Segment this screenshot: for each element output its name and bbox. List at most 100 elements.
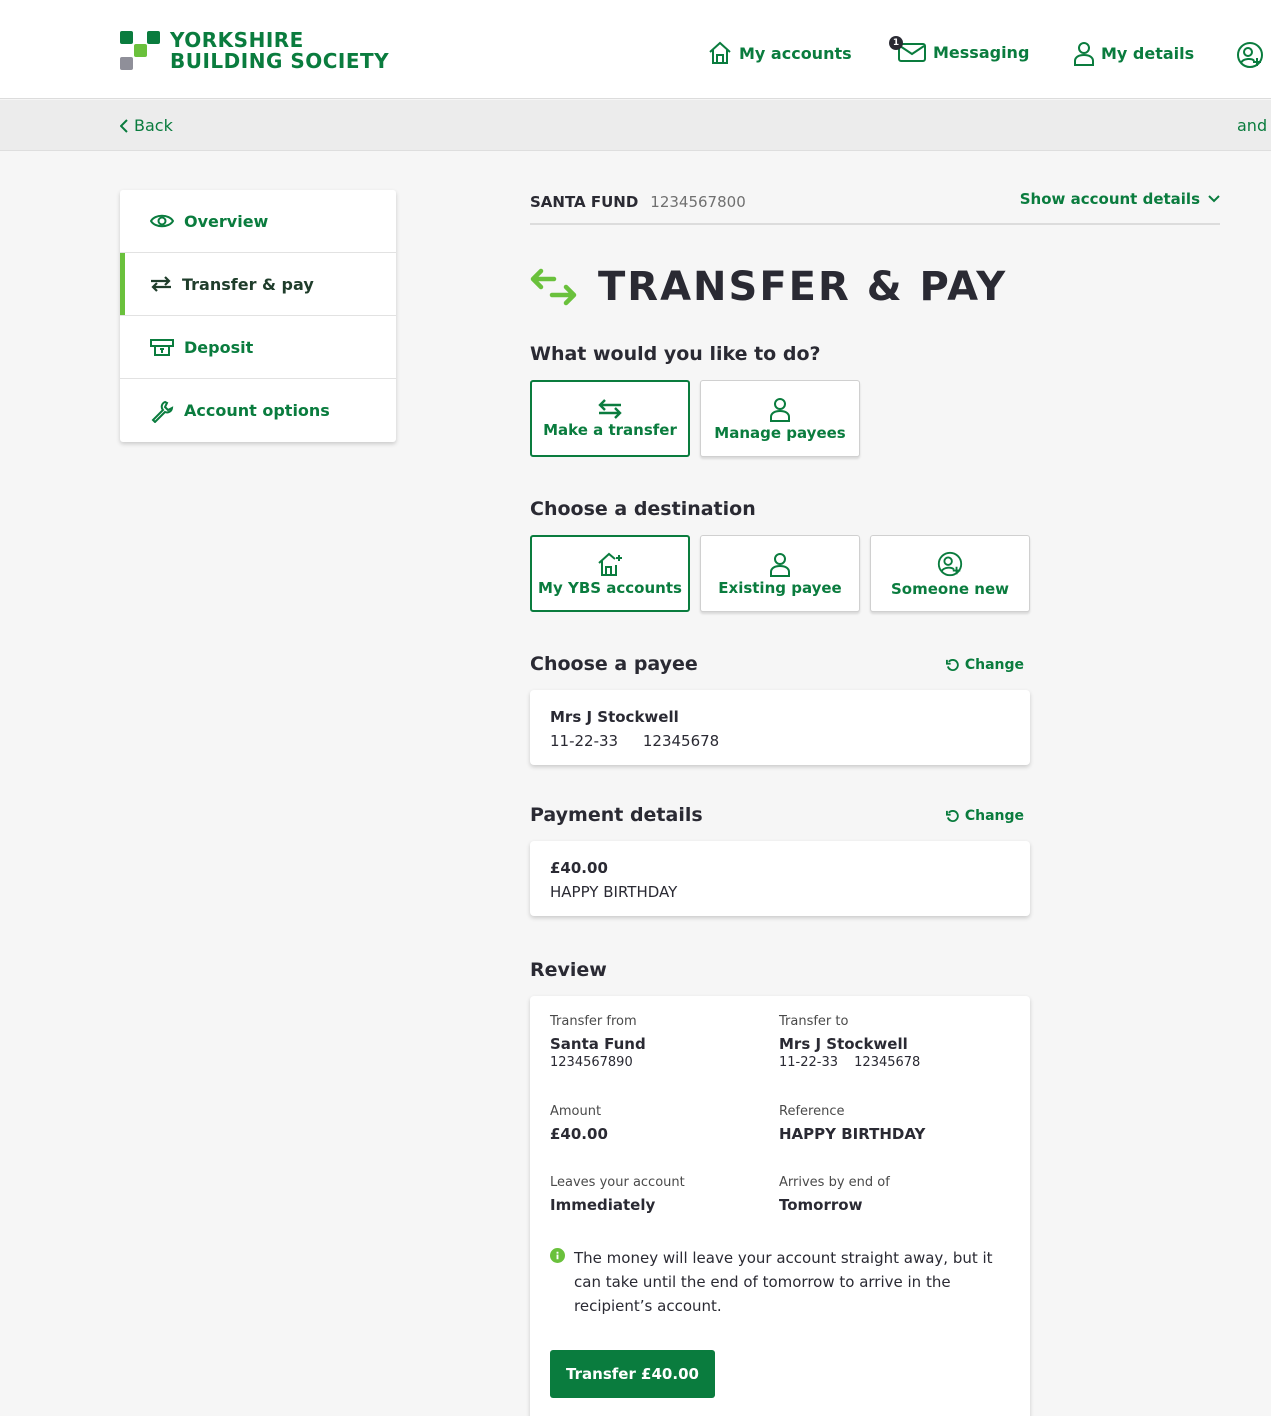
house-sparkle-icon [598, 552, 622, 576]
account-side-menu: Overview Transfer & pay Deposit Account … [120, 190, 396, 442]
payment-reference: HAPPY BIRTHDAY [550, 883, 678, 901]
amount-value: £40.00 [550, 1125, 608, 1143]
transfer-pay-title-icon [530, 268, 577, 306]
destination-heading: Choose a destination [530, 498, 756, 520]
sidebar-item-label: Transfer & pay [182, 274, 314, 294]
transfer-to-account-number: 12345678 [854, 1055, 921, 1070]
nav-my-details-label: My details [1101, 43, 1195, 63]
review-reference: Reference HAPPY BIRTHDAY [779, 1104, 925, 1143]
transfer-to-sort-code: 11-22-33 [779, 1055, 839, 1070]
existing-payee-tile[interactable]: Existing payee [700, 535, 860, 612]
messaging-badge: 1 [889, 36, 903, 50]
sidebar-item-deposit[interactable]: Deposit [120, 316, 396, 379]
change-payment-label: Change [964, 808, 1024, 824]
account-name: SANTA FUND [530, 192, 639, 211]
what-to-do-heading: What would you like to do? [530, 343, 821, 365]
transfer-submit-button[interactable]: Transfer £40.00 [550, 1350, 715, 1398]
chevron-left-icon [120, 118, 128, 133]
back-link[interactable]: Back [120, 116, 173, 135]
sidebar-item-account-options[interactable]: Account options [120, 379, 396, 442]
review-leaves: Leaves your account Immediately [550, 1175, 685, 1214]
home-icon [709, 41, 731, 64]
payee-bank-details: 11-22-33 12345678 [550, 732, 1010, 750]
timing-info-text: The money will leave your account straig… [574, 1249, 993, 1315]
payee-account-number: 12345678 [642, 732, 720, 750]
transfer-icon [598, 398, 622, 419]
sidebar-item-label: Overview [184, 211, 269, 231]
site-header: YORKSHIRE BUILDING SOCIETY My accounts 1… [0, 0, 1271, 99]
nav-messaging-label: Messaging [933, 42, 1030, 62]
payee-sort-code: 11-22-33 [550, 732, 619, 750]
sidebar-item-transfer-pay[interactable]: Transfer & pay [120, 253, 396, 316]
transfer-to-label: Transfer to [779, 1014, 849, 1029]
leaves-value: Immediately [550, 1196, 656, 1214]
change-payee-link[interactable]: Change [945, 657, 1024, 673]
transfer-to-name: Mrs J Stockwell [779, 1035, 908, 1053]
manage-payees-tile[interactable]: Manage payees [700, 380, 860, 457]
account-header: SANTA FUND 1234567800 Show account detai… [530, 180, 1220, 225]
transfer-to-bank-details: 11-22-33 12345678 [779, 1055, 920, 1070]
person-icon [1074, 42, 1094, 66]
transfer-from-name: Santa Fund [550, 1035, 646, 1053]
back-label: Back [134, 116, 173, 135]
change-payee-label: Change [964, 657, 1024, 673]
nav-add-user[interactable] [1235, 40, 1271, 70]
info-icon [550, 1248, 565, 1263]
make-transfer-tile[interactable]: Make a transfer [530, 380, 690, 457]
my-ybs-accounts-label: My YBS accounts [538, 578, 682, 597]
timing-info-notice: The money will leave your account straig… [550, 1246, 1010, 1318]
person-icon [770, 552, 790, 577]
selected-payee-card[interactable]: Mrs J Stockwell 11-22-33 12345678 [530, 690, 1030, 765]
nav-my-accounts-label: My accounts [739, 43, 852, 63]
logo-mark-icon [120, 31, 160, 71]
review-amount: Amount £40.00 [550, 1104, 608, 1143]
transfer-icon [151, 276, 171, 292]
change-payment-link[interactable]: Change [945, 808, 1024, 824]
review-heading: Review [530, 959, 607, 981]
logo-text: YORKSHIRE BUILDING SOCIETY [170, 28, 390, 73]
eye-icon [150, 214, 174, 228]
undo-icon [945, 658, 959, 671]
show-account-details-toggle[interactable]: Show account details [1020, 190, 1220, 208]
nav-my-accounts[interactable]: My accounts [707, 40, 852, 66]
nav-messaging[interactable]: 1 Messaging [889, 36, 1030, 64]
arrives-label: Arrives by end of [779, 1175, 890, 1190]
someone-new-tile[interactable]: Someone new [870, 535, 1030, 612]
transfer-from-label: Transfer from [550, 1014, 637, 1029]
review-transfer-to: Transfer to Mrs J Stockwell 11-22-33 123… [779, 1014, 920, 1070]
person-icon [770, 397, 790, 422]
payee-name: Mrs J Stockwell [550, 708, 679, 726]
make-transfer-label: Make a transfer [543, 420, 677, 439]
main-content: SANTA FUND 1234567800 Show account detai… [530, 180, 1220, 1416]
review-card: Transfer from Santa Fund 1234567890 Tran… [530, 996, 1030, 1416]
sidebar-item-label: Deposit [184, 337, 254, 357]
wrench-icon [151, 400, 174, 423]
undo-icon [945, 809, 959, 822]
user-plus-icon [937, 551, 963, 576]
leaves-label: Leaves your account [550, 1175, 685, 1190]
sidebar-item-label: Account options [184, 401, 330, 420]
deposit-icon [150, 339, 174, 356]
show-account-details-label: Show account details [1019, 190, 1200, 208]
payment-details-heading: Payment details [530, 804, 703, 826]
review-transfer-from: Transfer from Santa Fund 1234567890 [550, 1014, 646, 1070]
arrives-value: Tomorrow [779, 1196, 863, 1214]
reference-label: Reference [779, 1104, 845, 1119]
chevron-down-icon [1208, 195, 1220, 203]
nav-my-details[interactable]: My details [1073, 40, 1194, 66]
page-title: TRANSFER & PAY [598, 264, 1008, 310]
transfer-from-number: 1234567890 [550, 1055, 633, 1070]
someone-new-label: Someone new [890, 579, 1009, 598]
amount-label: Amount [550, 1104, 602, 1119]
ybs-logo[interactable]: YORKSHIRE BUILDING SOCIETY [120, 30, 389, 72]
manage-payees-label: Manage payees [714, 423, 846, 442]
my-ybs-accounts-tile[interactable]: My YBS accounts [530, 535, 690, 612]
sidebar-item-overview[interactable]: Overview [120, 190, 396, 253]
choose-payee-heading: Choose a payee [530, 653, 698, 675]
subbar-truncated-link[interactable]: and s [1237, 116, 1271, 135]
existing-payee-label: Existing payee [718, 578, 842, 597]
payment-amount: £40.00 [550, 859, 608, 877]
account-number: 1234567800 [650, 192, 746, 211]
user-plus-icon [1237, 42, 1263, 68]
review-arrives: Arrives by end of Tomorrow [779, 1175, 890, 1214]
